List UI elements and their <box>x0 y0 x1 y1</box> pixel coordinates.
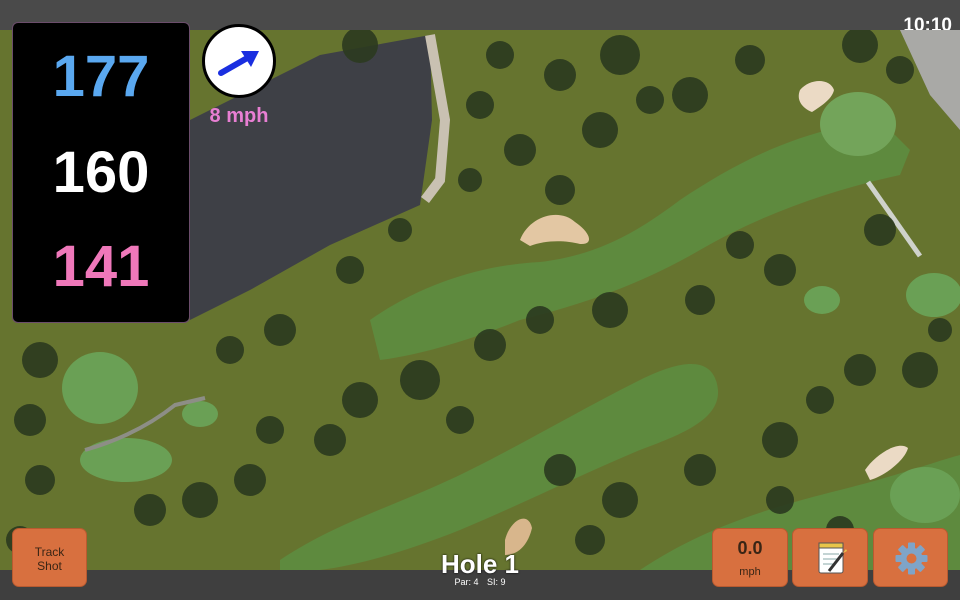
notepad-icon <box>818 542 847 574</box>
hole-meta: Par: 4 SI: 9 <box>380 577 580 587</box>
middle-distance: 160 <box>52 140 150 205</box>
wind-direction-arrow-icon <box>218 51 259 76</box>
speed-value: 0.0 <box>737 538 763 558</box>
green-main <box>820 92 896 156</box>
wind-speed: 8 mph <box>209 105 269 127</box>
tee-box <box>62 352 138 424</box>
settings-button[interactable] <box>873 528 948 587</box>
hole-si: SI: 9 <box>487 577 506 587</box>
speed-button[interactable]: 0.0 mph <box>712 528 788 587</box>
front-distance: 141 <box>52 234 150 299</box>
speed-unit: mph <box>739 566 761 578</box>
back-distance: 177 <box>52 44 150 109</box>
hole-par: Par: 4 <box>454 577 479 587</box>
track-shot-button[interactable]: Track Shot <box>12 528 87 587</box>
notes-button[interactable] <box>792 528 868 587</box>
distance-panel: 177 160 141 <box>12 22 190 323</box>
gear-icon <box>895 542 928 575</box>
wind-dial <box>202 24 276 98</box>
track-shot-label-line1: Track <box>34 545 65 559</box>
hole-title: Hole 1 <box>440 549 520 579</box>
track-shot-label-line2: Shot <box>37 559 62 573</box>
